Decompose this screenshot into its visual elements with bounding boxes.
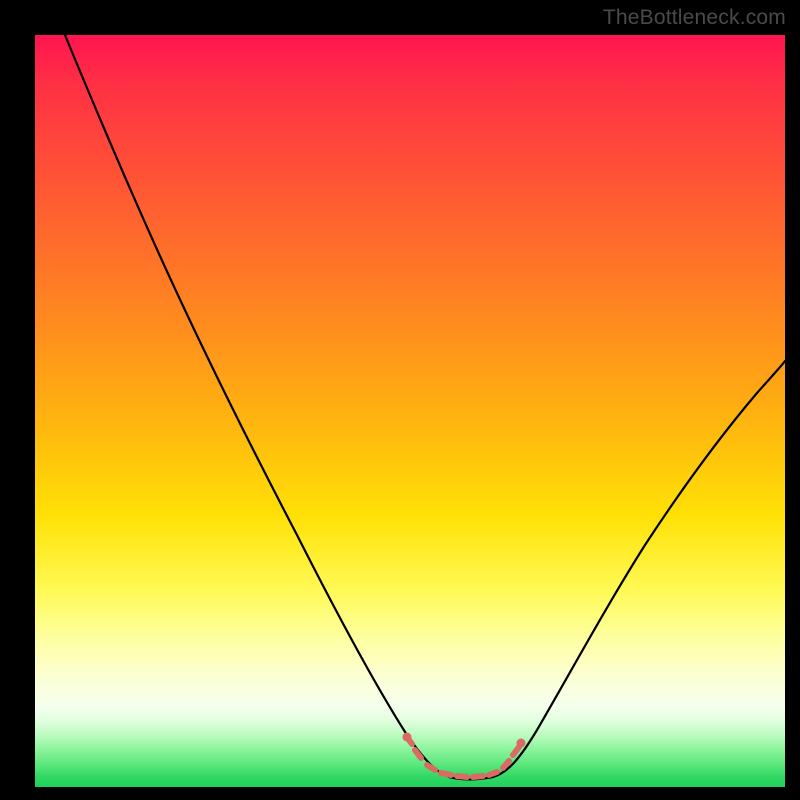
curve-overlay [35,35,785,787]
min-marker-left [403,733,412,742]
min-marker-right [517,739,526,748]
chart-frame: TheBottleneck.com [0,0,800,800]
min-highlight-band [406,736,519,777]
bottleneck-curve [65,35,785,779]
watermark-text: TheBottleneck.com [603,6,786,30]
